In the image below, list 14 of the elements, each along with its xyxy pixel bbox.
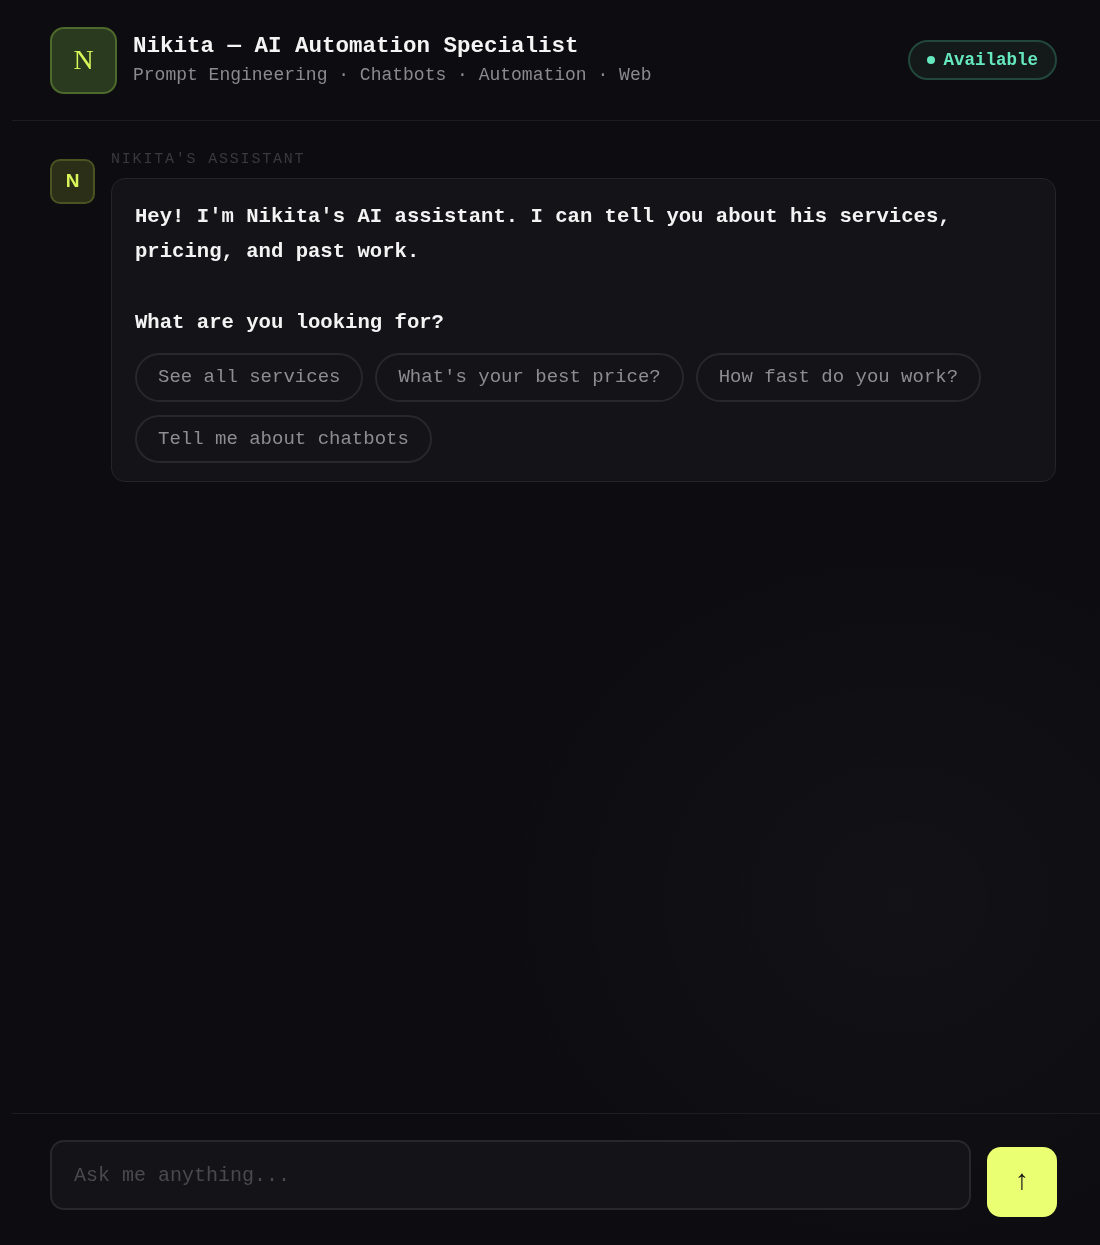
- status-dot-icon: [927, 56, 936, 64]
- status-badge: Available: [908, 39, 1057, 81]
- suggestion-chip[interactable]: How fast do you work?: [695, 353, 982, 402]
- message-text: What are you looking for?: [135, 310, 445, 336]
- send-button[interactable]: ↑: [987, 1147, 1057, 1217]
- suggestion-chip[interactable]: Tell me about chatbots: [135, 414, 432, 464]
- page-title: Nikita — AI Automation Specialist: [133, 32, 580, 60]
- avatar: N: [50, 26, 117, 94]
- message-input[interactable]: Ask me anything...: [50, 1140, 971, 1210]
- subtitle: Prompt Engineering · Chatbots · Automation · Web: [133, 63, 653, 87]
- suggestion-chip[interactable]: What's your best price?: [375, 353, 684, 402]
- message-text: Hey! I'm Nikita's AI assistant. I can tell you about his services, pricing, and past work.: [135, 204, 952, 265]
- suggestion-chip[interactable]: See all services: [135, 353, 364, 402]
- avatar: N: [50, 159, 95, 204]
